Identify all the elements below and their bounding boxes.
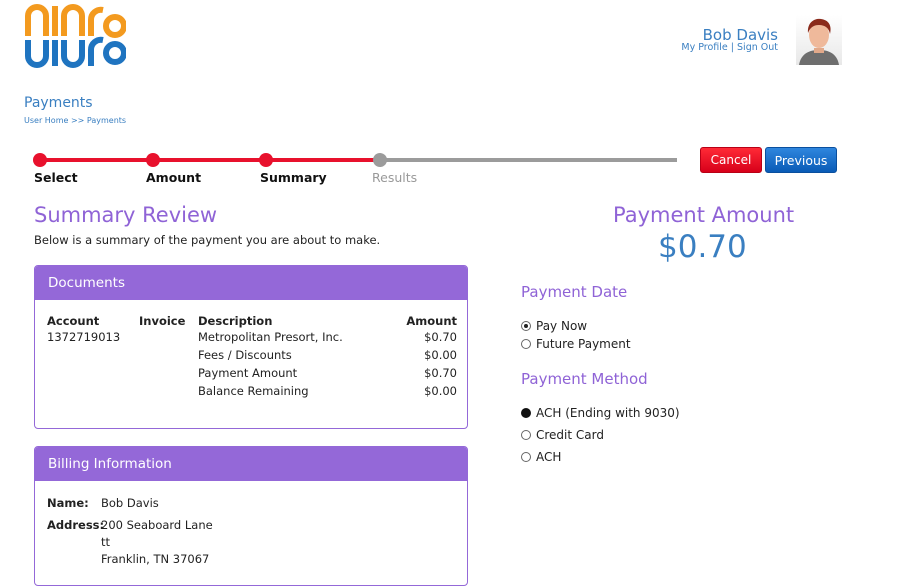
pay-now-label: Pay Now <box>536 319 588 333</box>
uluro-logo <box>25 4 126 68</box>
progress-track-remaining <box>380 158 677 162</box>
step-dot-amount <box>146 153 160 167</box>
ach-9030-option[interactable]: ACH (Ending with 9030) <box>521 406 680 420</box>
table-row: 1372719013 Metropolitan Presort, Inc. $0… <box>47 330 457 348</box>
cell-amount: $0.00 <box>424 384 457 398</box>
breadcrumb-separator: >> <box>70 116 85 125</box>
cell-account <box>47 384 139 402</box>
cell-account <box>47 366 139 384</box>
user-links: My Profile | Sign Out <box>681 42 778 53</box>
table-row: Balance Remaining $0.00 <box>47 384 457 402</box>
cell-description: Payment Amount <box>198 366 298 380</box>
cell-account <box>47 348 139 366</box>
user-avatar-icon[interactable] <box>796 15 842 65</box>
link-separator: | <box>730 42 734 53</box>
cell-description: Fees / Discounts <box>198 348 292 362</box>
previous-button[interactable]: Previous <box>765 147 837 173</box>
payment-amount-title: Payment Amount <box>613 203 795 227</box>
payment-method-title: Payment Method <box>521 370 648 388</box>
step-dot-summary <box>259 153 273 167</box>
pay-now-radio[interactable] <box>521 321 531 331</box>
step-label-select: Select <box>34 170 78 185</box>
table-row: Fees / Discounts $0.00 <box>47 348 457 366</box>
table-row: Payment Amount $0.70 <box>47 366 457 384</box>
billing-address-line1: 200 Seaboard Lane <box>101 518 213 532</box>
step-dot-results <box>373 153 387 167</box>
billing-panel-title: Billing Information <box>35 447 467 481</box>
breadcrumb-current[interactable]: Payments <box>87 116 126 125</box>
col-description: Description <box>198 314 273 328</box>
cell-amount: $0.70 <box>424 366 457 380</box>
future-payment-radio[interactable] <box>521 339 531 349</box>
summary-subtitle: Below is a summary of the payment you ar… <box>34 233 381 247</box>
col-amount: Amount <box>406 314 457 328</box>
cell-invoice <box>139 330 198 348</box>
cancel-button[interactable]: Cancel <box>700 147 762 173</box>
credit-card-label: Credit Card <box>536 428 604 442</box>
summary-title: Summary Review <box>34 203 218 227</box>
col-account: Account <box>47 314 100 328</box>
credit-card-radio[interactable] <box>521 430 531 440</box>
ach-radio[interactable] <box>521 452 531 462</box>
credit-card-option[interactable]: Credit Card <box>521 428 604 442</box>
ach-9030-label: ACH (Ending with 9030) <box>536 406 680 420</box>
billing-name-label: Name: <box>47 496 89 510</box>
col-invoice: Invoice <box>139 314 186 328</box>
my-profile-link[interactable]: My Profile <box>681 42 727 53</box>
billing-address-line2: tt <box>101 535 111 549</box>
payment-amount-value: $0.70 <box>658 229 747 265</box>
payment-date-title: Payment Date <box>521 283 628 301</box>
step-dot-select <box>33 153 47 167</box>
step-label-summary: Summary <box>260 170 327 185</box>
billing-name-value: Bob Davis <box>101 496 159 510</box>
cell-amount: $0.00 <box>424 348 457 362</box>
cell-invoice <box>139 366 198 384</box>
future-payment-option[interactable]: Future Payment <box>521 337 631 351</box>
breadcrumb: User Home >> Payments <box>24 116 126 125</box>
sign-out-link[interactable]: Sign Out <box>737 42 778 53</box>
step-label-results: Results <box>372 170 418 185</box>
step-label-amount: Amount <box>146 170 202 185</box>
billing-address-label: Address: <box>47 518 105 532</box>
cell-amount: $0.70 <box>424 330 457 344</box>
breadcrumb-home[interactable]: User Home <box>24 116 68 125</box>
cell-invoice <box>139 348 198 366</box>
cell-account: 1372719013 <box>47 330 121 344</box>
cell-description: Balance Remaining <box>198 384 309 398</box>
billing-address-line3: Franklin, TN 37067 <box>101 552 210 566</box>
cell-invoice <box>139 384 198 402</box>
documents-panel-title: Documents <box>35 266 467 300</box>
ach-9030-radio[interactable] <box>521 408 531 418</box>
pay-now-option[interactable]: Pay Now <box>521 319 587 333</box>
billing-panel: Billing Information Name: Bob Davis Addr… <box>34 446 468 586</box>
progress-track-done <box>40 158 380 162</box>
cell-description: Metropolitan Presort, Inc. <box>198 330 343 344</box>
documents-table: Account Invoice Description Amount 13727… <box>47 314 457 402</box>
page-title: Payments <box>24 95 93 111</box>
ach-label: ACH <box>536 450 562 464</box>
ach-option[interactable]: ACH <box>521 450 561 464</box>
future-payment-label: Future Payment <box>536 337 631 351</box>
documents-panel: Documents Account Invoice Description Am… <box>34 265 468 429</box>
